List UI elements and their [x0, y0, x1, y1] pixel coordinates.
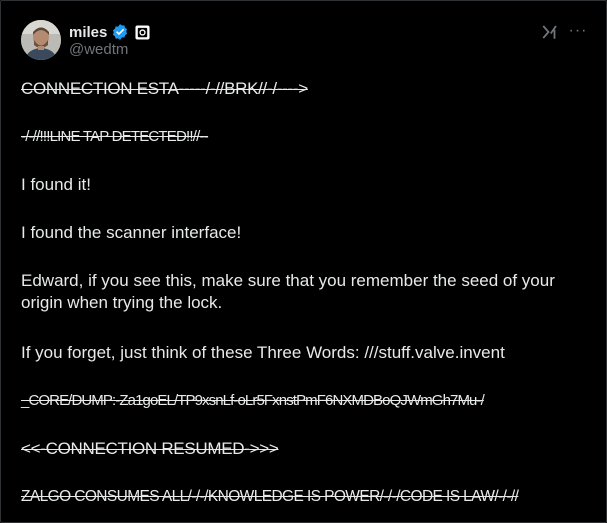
- author-name-row: miles: [69, 22, 150, 42]
- post-line: I found the scanner interface!: [21, 223, 242, 242]
- post-line: If you forget, just think of these Three…: [21, 343, 505, 362]
- xai-grok-icon[interactable]: [541, 23, 559, 41]
- post-line: _CORE/DUMP:-Za1goEL/TP9xsnLf-oLr5FxnstPm…: [21, 392, 485, 409]
- square-badge-icon[interactable]: [135, 24, 150, 40]
- verified-badge-icon[interactable]: [111, 23, 129, 41]
- post-line: I found it!: [21, 175, 91, 194]
- avatar[interactable]: [21, 20, 61, 60]
- author-handle[interactable]: @wedtm: [69, 41, 128, 58]
- post-line: CONNECTION ESTA-----/-//BRK//-/---->: [21, 79, 308, 98]
- post-line: <<-CONNECTION RESUMED->>>: [21, 439, 279, 458]
- more-options-icon[interactable]: ···: [567, 19, 589, 43]
- display-name[interactable]: miles: [69, 24, 107, 41]
- post-line: -/-//!!!LINE TAP DETECTED!!//--: [21, 128, 209, 145]
- post-card: miles @wedtm ··· CONNECTION ESTA-----/-/…: [0, 0, 607, 523]
- post-line: Edward, if you see this, make sure that …: [21, 271, 555, 312]
- post-line: ZALGO CONSUMES ALL/-/-/KNOWLEDGE IS POWE…: [21, 488, 519, 505]
- avatar-photo-icon: [21, 20, 61, 60]
